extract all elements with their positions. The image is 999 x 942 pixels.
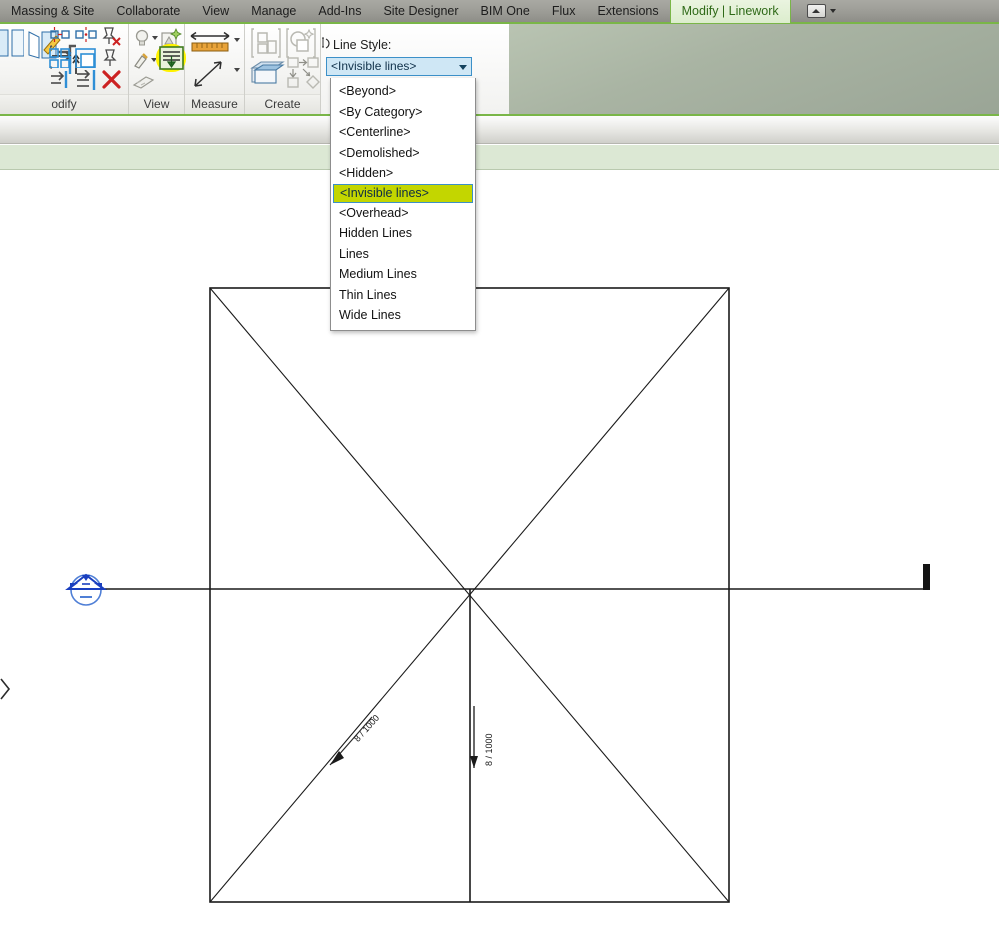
dropdown-option-invisible-lines[interactable]: <Invisible lines> — [333, 183, 473, 203]
pin-delete-icon[interactable] — [100, 26, 122, 46]
reveal-hidden-elements-icon[interactable] — [133, 28, 153, 48]
mirror-pick-axis-icon[interactable] — [0, 28, 24, 62]
move-icon[interactable] — [49, 26, 71, 44]
ribbon-panels: odify View Measure Create Line Style: <I… — [0, 24, 999, 116]
tab-modify-linework[interactable]: Modify | Linework — [669, 0, 791, 23]
dropdown-option-hidden[interactable]: <Hidden> — [331, 163, 475, 184]
array-icon[interactable] — [49, 48, 73, 68]
panel-label-modify: odify — [0, 94, 128, 114]
dropdown-option-overhead[interactable]: <Overhead> — [331, 203, 475, 224]
line-style-combobox[interactable]: <Invisible lines> — [326, 57, 472, 76]
tab-collaborate[interactable]: Collaborate — [105, 0, 191, 23]
ribbon-panel-create: Create — [245, 24, 321, 114]
panel-label-measure: Measure — [185, 94, 244, 114]
panel-label-view: View — [129, 94, 184, 114]
split-icon[interactable] — [75, 70, 101, 92]
slope-label-vertical[interactable]: 8 / 1000 — [484, 733, 494, 766]
tab-massing-site[interactable]: Massing & Site — [0, 0, 105, 23]
tab-view[interactable]: View — [191, 0, 240, 23]
line-style-label: Line Style: — [333, 38, 392, 52]
create-assembly-icon[interactable] — [287, 56, 321, 90]
tab-site-designer[interactable]: Site Designer — [372, 0, 469, 23]
tab-manage[interactable]: Manage — [240, 0, 307, 23]
dropdown-option-wide-lines[interactable]: Wide Lines — [331, 305, 475, 326]
view-control-toolbar[interactable] — [0, 116, 999, 144]
linework-highlight-icon[interactable] — [159, 46, 184, 70]
ray-trace-icon[interactable] — [132, 72, 156, 92]
panel-label-create: Create — [245, 94, 320, 114]
measure-along-element-icon[interactable] — [191, 58, 231, 90]
scale-icon[interactable] — [75, 48, 99, 68]
slope-dimension-vertical[interactable] — [470, 706, 478, 768]
delete-icon[interactable] — [102, 70, 122, 90]
dropdown-option-hidden-lines[interactable]: Hidden Lines — [331, 223, 475, 244]
dropdown-option-beyond[interactable]: <Beyond> — [331, 81, 475, 102]
dropdown-option-thin-lines[interactable]: Thin Lines — [331, 285, 475, 306]
create-part-icon[interactable] — [249, 58, 287, 88]
dropdown-option-lines[interactable]: Lines — [331, 244, 475, 265]
chevron-down-icon[interactable] — [829, 9, 836, 13]
chevron-down-icon[interactable] — [459, 65, 467, 70]
measure-dropdown-caret-icon[interactable] — [234, 38, 240, 42]
ribbon-panel-view: View — [129, 24, 186, 114]
paint-icon[interactable] — [132, 50, 152, 70]
pin-icon[interactable] — [102, 48, 122, 68]
copy-icon[interactable] — [75, 26, 97, 44]
linework-icon — [322, 37, 330, 49]
ribbon-panel-modify: odify — [0, 24, 129, 114]
dropdown-option-by-category[interactable]: <By Category> — [331, 102, 475, 123]
measure-along-dropdown-caret-icon[interactable] — [234, 68, 240, 72]
drawing-canvas[interactable]: 8 / 1000 8 / 1000 — [0, 171, 999, 942]
create-icon-group — [245, 24, 320, 95]
create-group-icon[interactable] — [285, 27, 319, 59]
view-crop-arrow[interactable] — [0, 678, 11, 700]
ribbon-tab-bar: Massing & Site Collaborate View Manage A… — [0, 0, 999, 24]
ribbon-minimize-control[interactable] — [806, 4, 836, 18]
measure-between-references-icon[interactable] — [189, 30, 233, 56]
dropdown-option-medium-lines[interactable]: Medium Lines — [331, 264, 475, 285]
measure-icon-group — [185, 24, 244, 95]
ribbon-panel-measure: Measure — [185, 24, 245, 114]
modify-icon-group — [0, 24, 128, 95]
line-style-dropdown-list[interactable]: <Beyond> <By Category> <Centerline> <Dem… — [330, 78, 476, 331]
line-style-selected-value: <Invisible lines> — [331, 59, 417, 73]
ribbon-minimize-icon[interactable] — [806, 4, 826, 18]
view-icon-group — [129, 24, 186, 95]
tab-extensions[interactable]: Extensions — [586, 0, 669, 23]
trim-extend-single-icon[interactable] — [49, 70, 73, 92]
options-bar[interactable] — [0, 145, 999, 170]
tab-bim-one[interactable]: BIM One — [470, 0, 541, 23]
dropdown-option-centerline[interactable]: <Centerline> — [331, 122, 475, 143]
reveal-dropdown-caret-icon[interactable] — [152, 36, 158, 40]
ribbon-empty-area — [509, 24, 999, 114]
create-similar-icon[interactable] — [250, 27, 284, 59]
section-marker-left[interactable] — [65, 573, 107, 606]
dropdown-option-demolished[interactable]: <Demolished> — [331, 143, 475, 164]
tab-add-ins[interactable]: Add-Ins — [307, 0, 372, 23]
drawing-svg — [0, 287, 930, 903]
tab-flux[interactable]: Flux — [541, 0, 587, 23]
level-end-tick[interactable] — [923, 564, 930, 590]
